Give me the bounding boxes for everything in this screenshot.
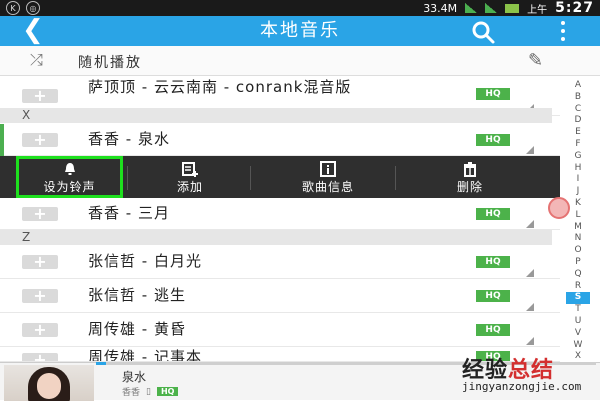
add-to-playlist-icon[interactable]: + — [22, 322, 58, 338]
list-item[interactable]: + 周传雄 - 黄昏 HQ — [0, 313, 560, 347]
now-playing-info: 香香 ▯ HQ — [122, 385, 179, 398]
hq-badge: HQ — [476, 324, 510, 336]
artist-face — [37, 373, 61, 399]
network-speed: 33.4M — [423, 1, 458, 15]
index-letter-r[interactable]: R — [566, 281, 590, 293]
battery-icon — [505, 3, 520, 13]
song-title: 周传雄 - 黄昏 — [88, 320, 186, 338]
app-bar: ❮ 本地音乐 — [0, 16, 600, 46]
list-item[interactable]: + 香香 - 三月 HQ — [0, 198, 560, 230]
trash-icon — [464, 162, 476, 177]
corner-triangle-icon — [526, 303, 534, 311]
status-icons-right: 33.4M 上午 5:27 — [423, 0, 594, 16]
watermark: 经验总结 jingyanzongjie.com — [462, 352, 598, 398]
index-letter-n[interactable]: N — [566, 233, 590, 245]
index-letter-h[interactable]: H — [566, 163, 590, 175]
phone-icon: ▯ — [146, 386, 151, 397]
corner-triangle-icon — [526, 269, 534, 277]
index-letter-j[interactable]: J — [566, 186, 590, 198]
hq-badge: HQ — [476, 256, 510, 268]
add-to-playlist-icon[interactable]: + — [22, 254, 58, 270]
now-playing-hq-badge: HQ — [156, 387, 179, 396]
song-info-label: 歌曲信息 — [301, 180, 354, 194]
alphabet-index[interactable]: ABCDEFGHIJKLMNOPQRSTUVWXYZ# — [566, 80, 590, 397]
add-to-playlist-icon[interactable]: + — [22, 132, 58, 148]
index-letter-p[interactable]: P — [566, 257, 590, 269]
hq-badge: HQ — [476, 134, 510, 146]
index-letter-v[interactable]: V — [566, 328, 590, 340]
add-button[interactable]: 添加 — [140, 156, 240, 198]
list-item[interactable]: + 张信哲 - 逃生 HQ — [0, 279, 560, 313]
add-to-list-icon — [182, 162, 198, 177]
now-playing-artist: 香香 — [122, 388, 141, 398]
delete-button[interactable]: 删除 — [415, 156, 525, 198]
shuffle-row[interactable]: ⤮ 随机播放 ✎ — [0, 46, 600, 76]
signal-icon-2 — [485, 3, 498, 13]
index-letter-w[interactable]: W — [566, 340, 590, 352]
index-letter-g[interactable]: G — [566, 151, 590, 163]
status-bar: K ◎ 33.4M 上午 5:27 — [0, 0, 600, 16]
index-letter-m[interactable]: M — [566, 222, 590, 234]
notification-icon: ◎ — [26, 1, 40, 15]
index-letter-t[interactable]: T — [566, 304, 590, 316]
edit-icon[interactable]: ✎ — [528, 50, 543, 71]
index-letter-c[interactable]: C — [566, 104, 590, 116]
divider — [395, 166, 396, 190]
playback-progress-fill — [96, 362, 106, 365]
add-to-playlist-icon[interactable]: + — [22, 352, 58, 361]
song-info-button[interactable]: 歌曲信息 — [268, 156, 388, 198]
divider — [127, 166, 128, 190]
watermark-url: jingyanzongjie.com — [462, 380, 582, 393]
corner-triangle-icon — [526, 337, 534, 345]
info-icon — [320, 161, 336, 177]
index-letter-b[interactable]: B — [566, 92, 590, 104]
add-label: 添加 — [176, 180, 203, 194]
song-title: 香香 - 泉水 — [88, 130, 170, 148]
song-title: 张信哲 - 白月光 — [88, 252, 202, 270]
list-item[interactable]: + 张信哲 - 白月光 HQ — [0, 245, 560, 279]
song-title: 周传雄 - 记事本 — [88, 348, 202, 362]
add-to-playlist-icon[interactable]: + — [22, 288, 58, 304]
index-letter-s[interactable]: S — [566, 292, 590, 305]
hq-badge: HQ — [476, 290, 510, 302]
index-letter-f[interactable]: F — [566, 139, 590, 151]
search-icon[interactable] — [470, 19, 496, 45]
song-title: 香香 - 三月 — [88, 204, 170, 222]
shuffle-icon: ⤮ — [30, 50, 43, 69]
status-icons-left: K ◎ — [6, 1, 40, 15]
now-playing-title: 泉水 — [122, 370, 147, 384]
song-title: 萨顶顶 - 云云南南 - conrank混音版 — [88, 78, 352, 96]
song-title: 张信哲 - 逃生 — [88, 286, 186, 304]
section-header-x: X — [0, 108, 552, 123]
signal-icon — [465, 3, 478, 13]
divider — [250, 166, 251, 190]
delete-label: 删除 — [456, 180, 483, 194]
index-letter-i[interactable]: I — [566, 174, 590, 186]
index-letter-d[interactable]: D — [566, 115, 590, 127]
k-notification-icon: K — [6, 1, 20, 15]
index-letter-o[interactable]: O — [566, 245, 590, 257]
index-scroll-thumb[interactable] — [548, 197, 570, 219]
hq-badge: HQ — [476, 88, 510, 100]
index-letter-a[interactable]: A — [566, 80, 590, 92]
corner-triangle-icon — [526, 146, 534, 154]
add-to-playlist-icon[interactable]: + — [22, 88, 58, 104]
hq-badge: HQ — [476, 208, 510, 220]
add-to-playlist-icon[interactable]: + — [22, 206, 58, 222]
index-letter-q[interactable]: Q — [566, 269, 590, 281]
shuffle-label: 随机播放 — [78, 55, 142, 71]
index-letter-e[interactable]: E — [566, 127, 590, 139]
index-letter-u[interactable]: U — [566, 316, 590, 328]
selected-indicator — [0, 124, 4, 156]
time-period: 上午 — [527, 4, 548, 16]
corner-triangle-icon — [526, 220, 534, 228]
page-title: 本地音乐 — [260, 20, 340, 41]
ringtone-highlight-box — [16, 156, 123, 198]
overflow-menu-icon[interactable] — [560, 21, 566, 41]
index-letter-l[interactable]: L — [566, 210, 590, 222]
clock: 5:27 — [555, 0, 594, 16]
section-header-z: Z — [0, 230, 552, 245]
list-item-selected[interactable]: + 香香 - 泉水 HQ — [0, 124, 560, 156]
album-art[interactable] — [4, 365, 94, 401]
